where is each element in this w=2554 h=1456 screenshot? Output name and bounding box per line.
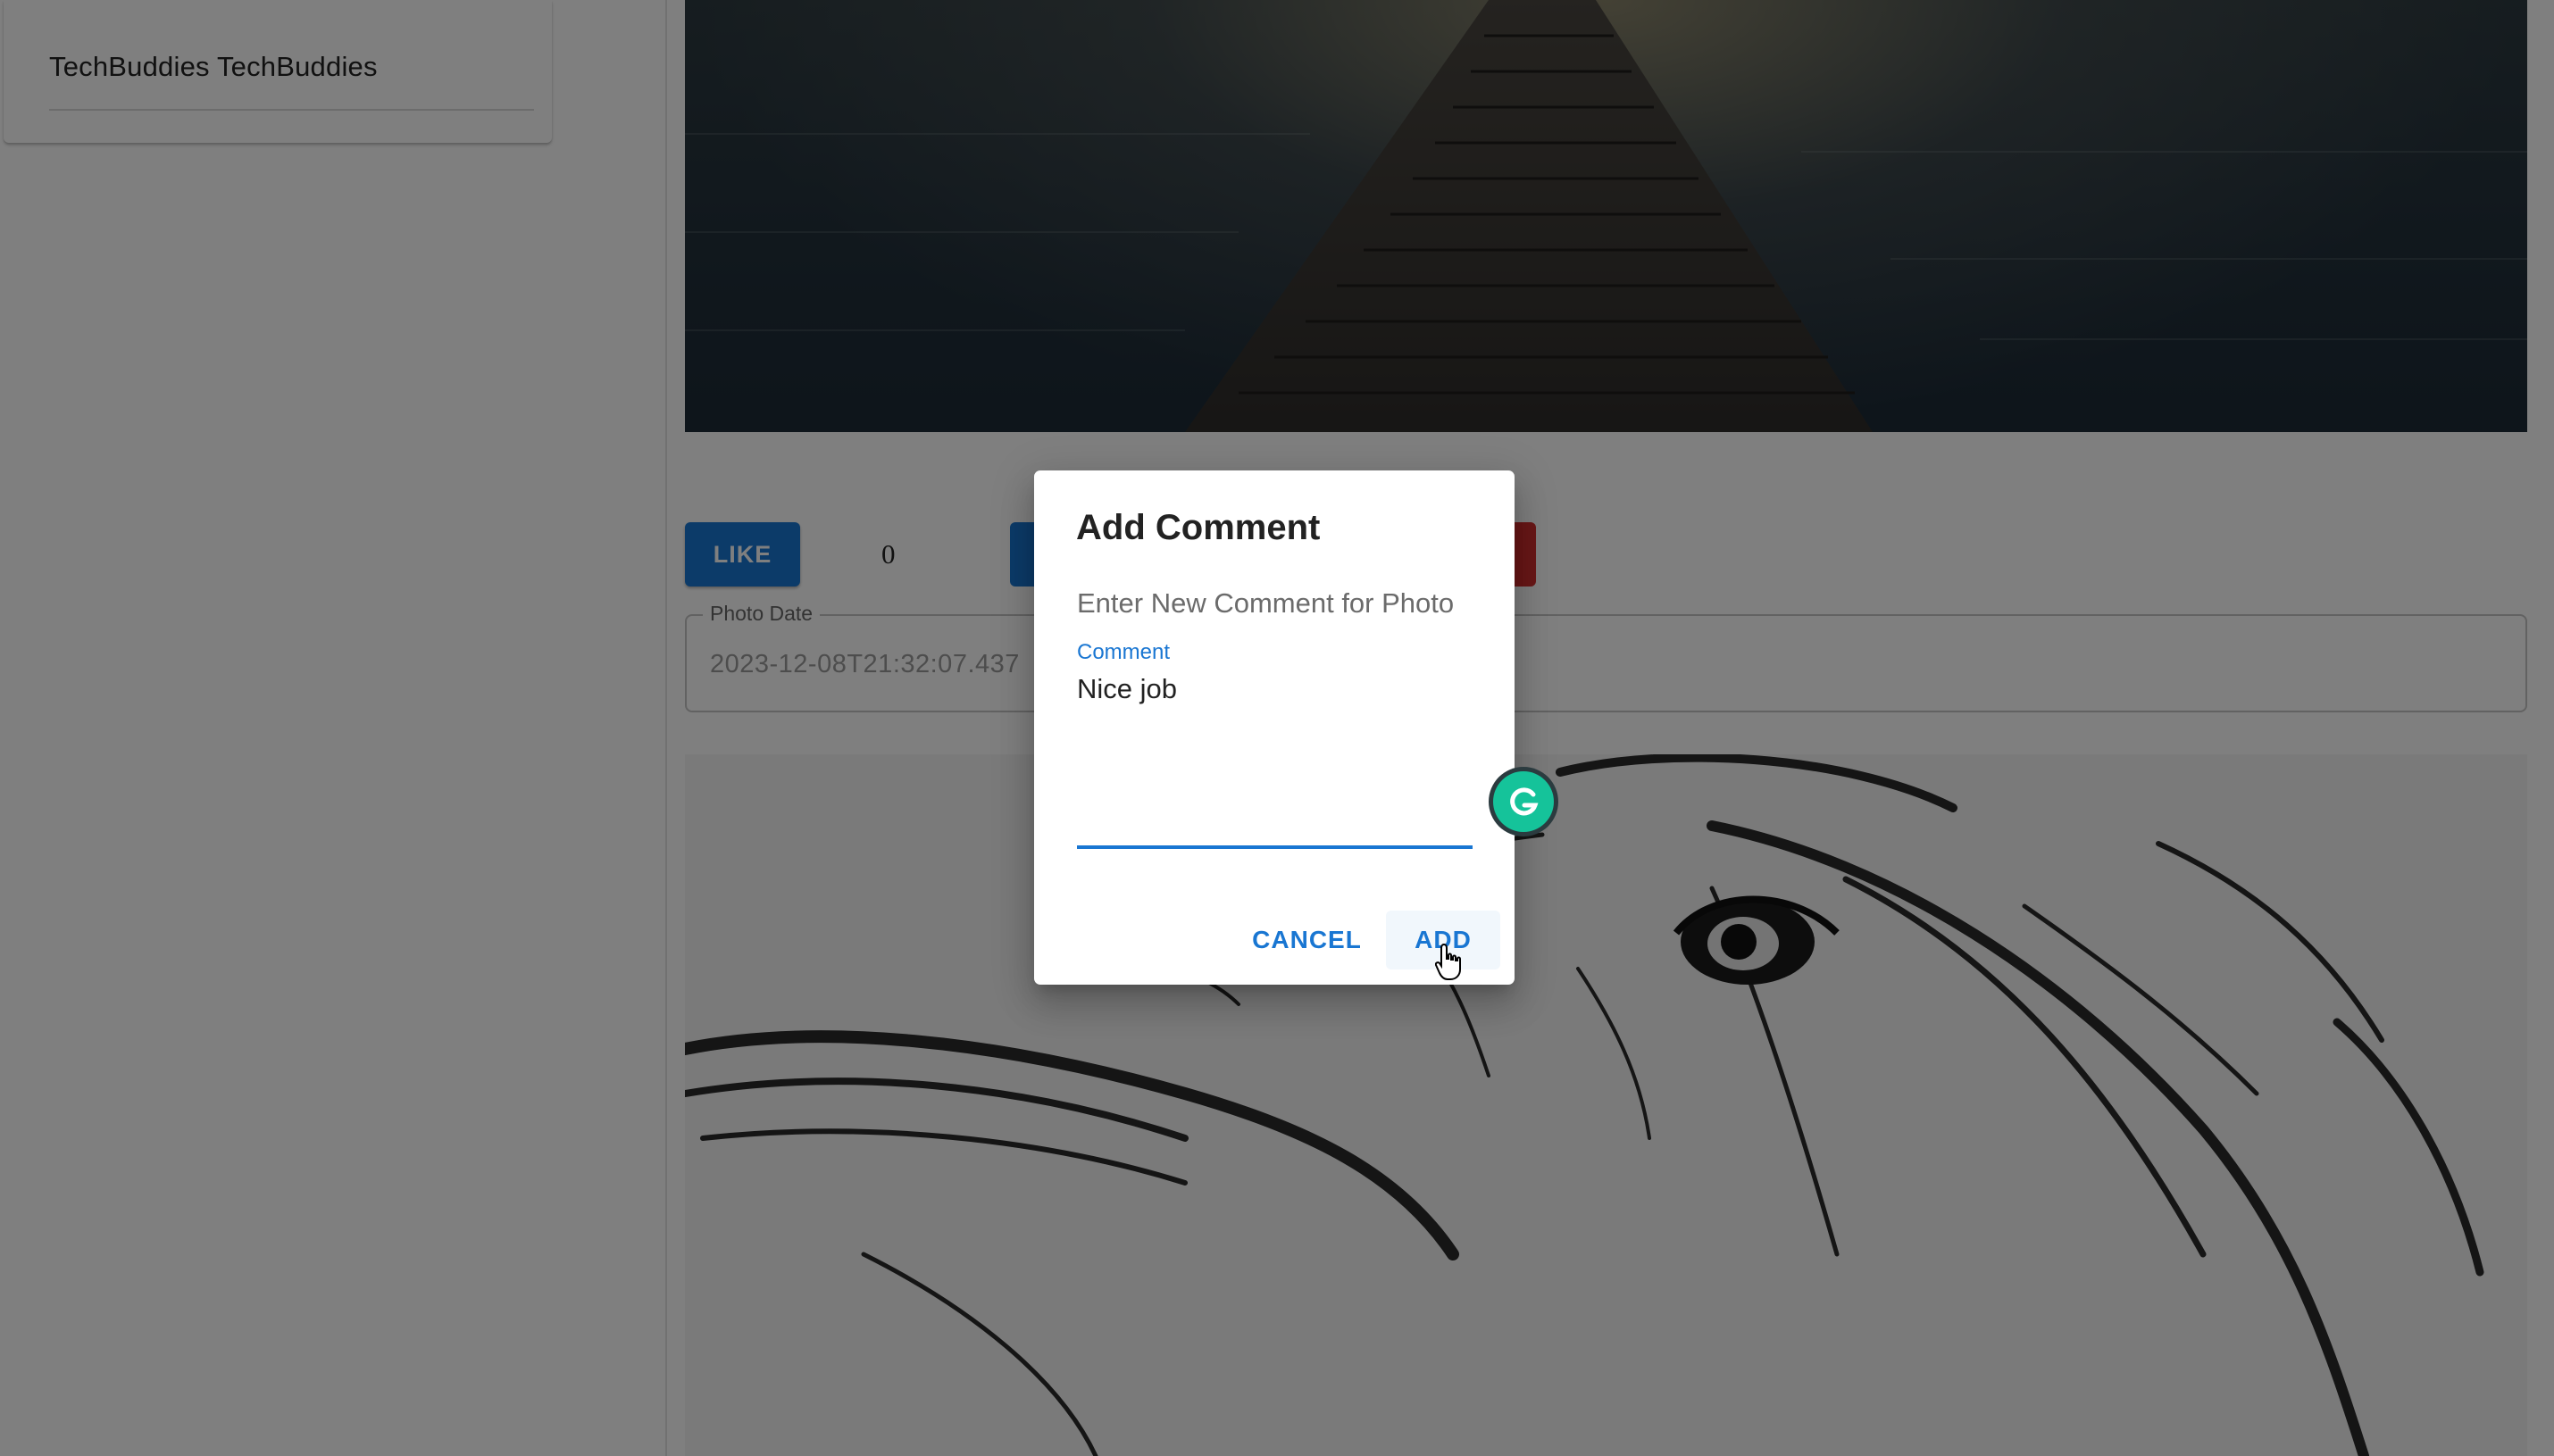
- dialog-title: Add Comment: [1076, 508, 1321, 547]
- dialog-description: Enter New Comment for Photo: [1077, 587, 1455, 619]
- hand-pointer-icon: [1435, 943, 1461, 980]
- cancel-button[interactable]: CANCEL: [1242, 911, 1372, 969]
- grammarly-icon[interactable]: [1493, 771, 1554, 832]
- comment-field-label: Comment: [1077, 640, 1171, 664]
- comment-field-underline: [1077, 845, 1473, 849]
- add-comment-dialog: Add Comment Enter New Comment for Photo …: [1034, 470, 1515, 985]
- comment-input[interactable]: [1077, 672, 1473, 783]
